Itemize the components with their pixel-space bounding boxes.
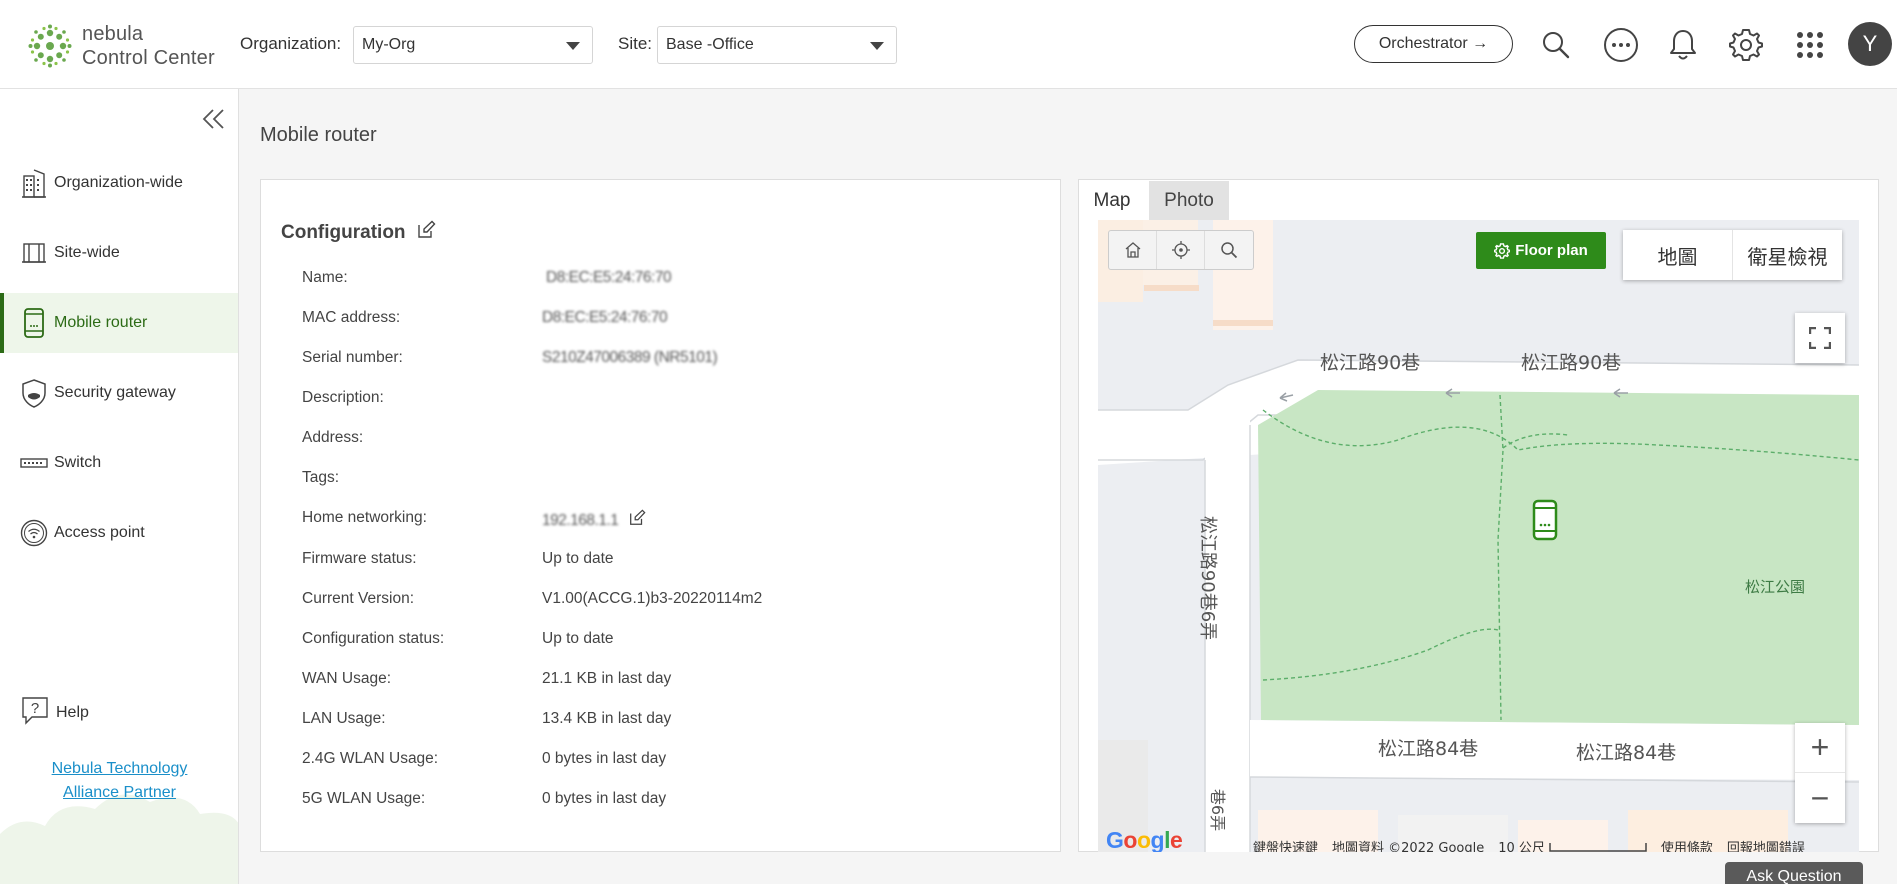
logo-line2: Control Center	[82, 47, 215, 69]
search-icon[interactable]	[1536, 25, 1576, 65]
gear-icon	[1494, 242, 1511, 259]
sidebar-item-access-point[interactable]: Access point	[0, 503, 238, 563]
sidebar: Organization-wide Site-wide Mobile route…	[0, 89, 239, 884]
sidebar-item-label: Organization-wide	[54, 174, 183, 191]
sidebar-item-organization-wide[interactable]: Organization-wide	[0, 153, 238, 213]
user-avatar[interactable]: Y	[1848, 22, 1892, 66]
page-title: Mobile router	[260, 124, 377, 146]
chevron-down-icon	[566, 42, 580, 50]
ask-question-button[interactable]: Ask Question	[1725, 862, 1863, 884]
terms-link[interactable]: 使用條款	[1661, 837, 1713, 852]
config-row-description: Description:	[302, 389, 384, 406]
scale-bar	[1549, 842, 1647, 852]
config-row-address: Address:	[302, 429, 364, 446]
map-panel: Map Photo 松江路90巷 松江路90巷 松江路84巷 松江路84巷 松江…	[1078, 179, 1879, 852]
logo-line1: nebula	[82, 23, 144, 45]
config-row-firmware-status: Firmware status: Up to date	[302, 550, 614, 567]
chevron-down-icon	[870, 42, 884, 50]
locate-icon[interactable]	[1157, 231, 1205, 269]
config-row-home-networking: Home networking: 192.168.1.1	[302, 509, 1042, 539]
site-value: Base -Office	[666, 36, 754, 53]
home-icon[interactable]	[1109, 231, 1157, 269]
street-label: 松江路84巷	[1378, 738, 1479, 760]
street-label: 松江路90巷	[1320, 352, 1421, 374]
tab-photo[interactable]: Photo	[1149, 181, 1229, 221]
zoom-in-button[interactable]: +	[1795, 723, 1845, 773]
mobile-router-icon	[20, 308, 48, 338]
street-label-vertical-bottom: 巷6弄	[1208, 788, 1228, 832]
google-logo: Google	[1106, 827, 1183, 852]
config-row-configuration-status: Configuration status: Up to date	[302, 630, 614, 647]
sidebar-item-label: Access point	[54, 524, 145, 541]
map-type-map-button[interactable]: 地圖	[1623, 230, 1733, 280]
site-label: Site:	[618, 34, 653, 53]
configuration-panel: Configuration Name: D8:EC:E5:24:76:70 MA…	[260, 179, 1061, 852]
notification-bell-icon[interactable]	[1663, 25, 1703, 65]
configuration-title: Configuration	[281, 220, 436, 246]
mobile-router-marker-icon[interactable]	[1532, 499, 1558, 546]
logo-text: nebula Control Center	[82, 22, 215, 70]
config-row-name: Name: D8:EC:E5:24:76:70	[302, 269, 672, 286]
sidebar-item-label: Security gateway	[54, 384, 176, 401]
street-label-vertical: 松江路90巷6弄	[1197, 515, 1219, 641]
svg-text:?: ?	[31, 700, 39, 717]
nebula-logo-icon	[28, 24, 72, 68]
partner-link[interactable]: Nebula Technology Alliance Partner	[0, 757, 238, 805]
keyboard-shortcuts-link[interactable]: 鍵盤快速鍵	[1253, 837, 1318, 852]
sidebar-item-label: Mobile router	[54, 314, 148, 331]
switch-icon	[20, 448, 48, 478]
map-attribution: 鍵盤快速鍵 地圖資料 ©2022 Google 10 公尺 使用條款 回報地圖錯…	[1253, 837, 1805, 852]
collapse-sidebar-icon[interactable]	[200, 107, 228, 131]
floor-plan-button[interactable]: Floor plan	[1476, 232, 1606, 269]
park-label: 松江公園	[1745, 578, 1806, 596]
fullscreen-icon[interactable]	[1795, 313, 1845, 363]
map-type-control: 地圖 衛星檢視	[1623, 230, 1842, 280]
config-row-5g-wlan-usage: 5G WLAN Usage: 0 bytes in last day	[302, 790, 667, 807]
config-row-serial-number: Serial number: S210Z47006389 (NR5101)	[302, 349, 718, 366]
config-row-current-version: Current Version: V1.00(ACCG.1)b3-2022011…	[302, 590, 763, 607]
nebula-logo[interactable]: nebula Control Center	[28, 22, 215, 70]
map-search-icon[interactable]	[1205, 231, 1253, 269]
zoom-control: + −	[1795, 723, 1845, 823]
site-icon	[20, 238, 48, 268]
sidebar-item-switch[interactable]: Switch	[0, 433, 238, 493]
building-icon	[20, 168, 48, 198]
shield-icon	[20, 378, 48, 408]
help-link[interactable]: ? Help	[20, 695, 89, 730]
config-row-wan-usage: WAN Usage: 21.1 KB in last day	[302, 670, 672, 687]
street-label: 松江路90巷	[1521, 352, 1622, 374]
sidebar-item-security-gateway[interactable]: Security gateway	[0, 363, 238, 423]
map-type-satellite-button[interactable]: 衛星檢視	[1733, 230, 1842, 280]
map-data-text: 地圖資料 ©2022 Google	[1332, 841, 1485, 852]
organization-value: My-Org	[362, 36, 416, 53]
orchestrator-button[interactable]: Orchestrator →	[1354, 25, 1513, 63]
organization-select[interactable]: My-Org	[353, 26, 593, 64]
gear-icon[interactable]	[1726, 25, 1766, 65]
scale-label: 10 公尺	[1498, 837, 1647, 852]
config-row-24g-wlan-usage: 2.4G WLAN Usage: 0 bytes in last day	[302, 750, 667, 767]
config-row-mac-address: MAC address: D8:EC:E5:24:76:70	[302, 309, 668, 326]
map-toolbar	[1108, 230, 1254, 270]
street-label: 松江路84巷	[1576, 742, 1677, 764]
help-icon: ?	[20, 695, 50, 730]
zoom-out-button[interactable]: −	[1795, 773, 1845, 823]
config-row-lan-usage: LAN Usage: 13.4 KB in last day	[302, 710, 672, 727]
top-header: nebula Control Center Organization: My-O…	[0, 0, 1897, 89]
sidebar-item-site-wide[interactable]: Site-wide	[0, 223, 238, 283]
organization-label: Organization:	[240, 34, 342, 53]
config-row-tags: Tags:	[302, 469, 340, 486]
help-label: Help	[56, 703, 89, 721]
sidebar-item-label: Site-wide	[54, 244, 120, 261]
apps-grid-icon[interactable]	[1790, 25, 1830, 65]
access-point-icon	[20, 518, 48, 548]
report-error-link[interactable]: 回報地圖錯誤	[1727, 837, 1805, 852]
more-options-icon[interactable]	[1601, 25, 1641, 65]
site-select[interactable]: Base -Office	[657, 26, 897, 64]
map-view[interactable]: 松江路90巷 松江路90巷 松江路84巷 松江路84巷 松江路90巷6弄 巷6弄…	[1098, 220, 1859, 852]
edit-icon[interactable]	[628, 509, 646, 532]
tab-map[interactable]: Map	[1080, 181, 1144, 221]
edit-icon[interactable]	[416, 220, 436, 246]
sidebar-item-mobile-router[interactable]: Mobile router	[0, 293, 238, 353]
sidebar-item-label: Switch	[54, 454, 102, 471]
